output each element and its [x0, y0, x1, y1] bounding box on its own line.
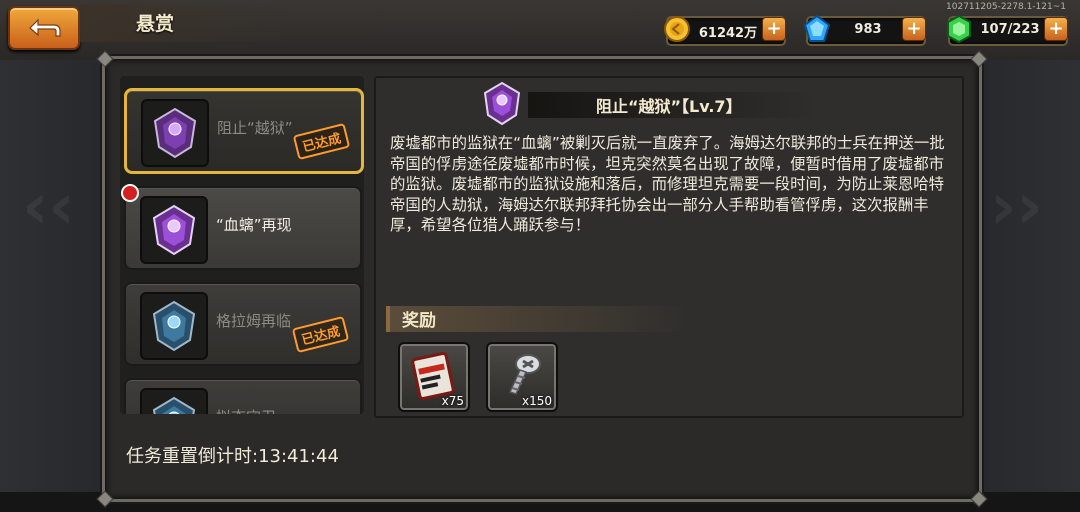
- return-arrow-icon: [29, 18, 61, 37]
- reward-item[interactable]: x150: [486, 342, 558, 412]
- purple-rank-emblem-icon: [153, 107, 197, 159]
- gold-resource: 61242万 +: [664, 16, 786, 46]
- chevron-left-decoration: ‹‹: [22, 170, 75, 244]
- title-tab: [80, 4, 290, 42]
- mission-card[interactable]: “血螭”再现: [124, 186, 362, 270]
- reward-quantity: x150: [521, 394, 552, 408]
- mission-emblem: [140, 292, 208, 360]
- gold-value: 61242万: [698, 26, 758, 41]
- mission-name: “血螭”再现: [216, 216, 292, 234]
- add-energy-button[interactable]: +: [1044, 17, 1068, 41]
- mission-emblem: [140, 388, 208, 414]
- gold-coin-icon: [664, 16, 690, 42]
- mission-name: 阻止“越狱”: [217, 119, 293, 137]
- reward-quantity: x75: [441, 394, 464, 408]
- green-energy-icon: [947, 14, 971, 44]
- purple-rank-emblem-icon: [483, 81, 521, 126]
- mission-card[interactable]: 格拉姆再临 已达成: [124, 282, 362, 366]
- left-wall: [0, 60, 110, 512]
- mission-card[interactable]: 拟态守卫: [124, 378, 362, 414]
- mission-detail-title: 阻止“越狱”【Lv.7】: [596, 97, 742, 116]
- reward-label: 奖励: [402, 311, 436, 331]
- purple-rank-emblem-icon: [152, 204, 196, 256]
- mission-name: 格拉姆再临: [216, 312, 292, 330]
- energy-value: 107/223: [980, 22, 1040, 37]
- mission-description: 废墟都市的监狱在“血螭”被剿灭后就一直废弃了。海姆达尔联邦的士兵在押送一批帝国的…: [390, 134, 945, 234]
- new-notification-dot: [121, 184, 139, 202]
- energy-resource: 107/223 +: [947, 14, 1068, 46]
- add-gold-button[interactable]: +: [762, 17, 786, 41]
- reset-countdown: 任务重置倒计时:13:41:44: [126, 446, 339, 467]
- chevron-right-decoration: ››: [990, 170, 1043, 244]
- add-gem-button[interactable]: +: [902, 17, 926, 41]
- blue-rank-emblem-icon: [152, 396, 196, 414]
- mission-emblem: [141, 99, 209, 167]
- mission-name: 拟态守卫: [216, 406, 276, 414]
- mission-card[interactable]: 阻止“越狱” 已达成: [124, 88, 364, 174]
- right-wall: [970, 60, 1080, 512]
- completed-stamp: 已达成: [292, 122, 351, 161]
- blue-gem-icon: [803, 14, 831, 42]
- completed-stamp: 已达成: [291, 315, 350, 354]
- back-button[interactable]: [8, 6, 80, 50]
- reward-item[interactable]: x75: [398, 342, 470, 412]
- gem-resource: 983 +: [803, 14, 926, 46]
- page-title: 悬赏: [136, 13, 175, 35]
- mission-list[interactable]: 阻止“越狱” 已达成 “血螭”再现 格拉姆再临 已达成: [120, 76, 364, 414]
- blue-rank-emblem-icon: [152, 300, 196, 352]
- mission-emblem: [140, 196, 208, 264]
- gem-value: 983: [854, 22, 882, 37]
- build-info: 102711205-2278.1-121~1: [946, 2, 1066, 12]
